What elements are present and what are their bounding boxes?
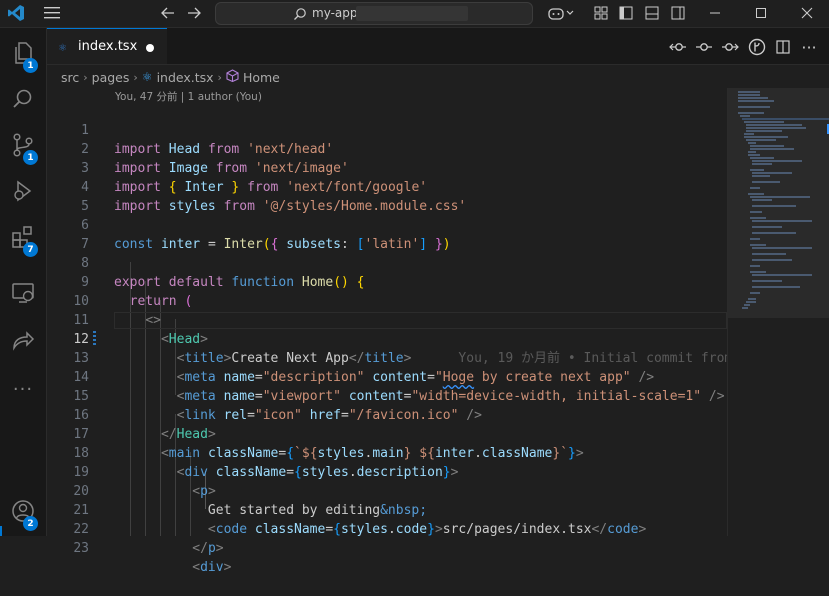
command-center-search[interactable]: my-app	[215, 2, 533, 25]
close-icon[interactable]	[797, 4, 817, 22]
debug-icon	[10, 178, 36, 208]
code-line-5: 5	[47, 178, 727, 214]
minimize-icon[interactable]	[705, 4, 725, 22]
accounts-badge: 2	[23, 516, 38, 531]
source-control-badge: 1	[23, 150, 38, 165]
code-line-22: 22 </p>	[47, 501, 727, 556]
next-change-icon[interactable]	[720, 37, 740, 57]
activity-remote-explorer[interactable]	[0, 272, 46, 318]
code-line-23: 23 <div>	[47, 520, 727, 575]
code-line-11: 11 <Head>	[47, 292, 727, 347]
activity-extensions[interactable]: 7	[0, 216, 46, 262]
gitlens-icon[interactable]	[747, 37, 767, 57]
breadcrumb-src[interactable]: src	[61, 70, 79, 85]
code-line-6: 6 const inter = Inter({ subsets: ['latin…	[47, 197, 727, 252]
react-icon: ⚛	[141, 70, 153, 84]
explorer-badge: 1	[23, 58, 38, 73]
react-icon: ⚛	[59, 40, 67, 54]
toggle-secondary-sidebar-icon[interactable]	[668, 4, 688, 22]
code-line-10: 10 <>	[47, 273, 727, 328]
more-icon: ···	[12, 378, 34, 400]
code-line-9: 9 return (	[47, 254, 727, 309]
vscode-logo-icon	[6, 4, 26, 22]
tab-index-tsx[interactable]: ⚛ index.tsx	[47, 28, 167, 64]
editor-tab-bar: ⚛ index.tsx ···	[47, 28, 829, 65]
remote-explorer-icon	[10, 280, 36, 310]
code-line-2: 2 import Image from 'next/image'	[47, 121, 727, 176]
back-arrow-icon[interactable]	[158, 4, 178, 22]
search-label: my-app	[312, 6, 358, 20]
activity-more[interactable]: ···	[0, 366, 46, 412]
maximize-icon[interactable]	[751, 4, 771, 22]
search-icon	[10, 86, 36, 116]
chevron-right-icon: ›	[217, 70, 222, 84]
activity-explorer[interactable]: 1	[0, 32, 46, 78]
unsaved-dot-icon[interactable]	[146, 44, 154, 52]
code-line-16: 16 </Head>	[47, 387, 727, 442]
redacted-region	[356, 6, 468, 21]
activity-bar: 1 1 7 ··· 2	[0, 28, 47, 536]
git-commit-icon[interactable]	[694, 37, 714, 57]
minimap[interactable]	[727, 88, 829, 536]
code-text: </p>	[192, 541, 224, 556]
more-actions-icon[interactable]: ···	[799, 37, 819, 57]
code-line-20: 20 Get started by editing&nbsp;	[47, 463, 727, 518]
code-line-17: 17 <main className={`${styles.main} ${in…	[47, 406, 727, 461]
activity-live-share[interactable]	[0, 320, 46, 366]
chevron-right-icon: ›	[133, 70, 138, 84]
activity-search[interactable]	[0, 78, 46, 124]
hamburger-menu-icon[interactable]	[42, 4, 62, 22]
code-line-14: 14 <meta name="viewport" content="width=…	[47, 349, 727, 404]
copilot-icon[interactable]	[546, 4, 576, 22]
breadcrumb-symbol-label: Home	[242, 69, 280, 85]
breadcrumb-file-label: index.tsx	[156, 69, 214, 85]
line-number: 23	[73, 541, 89, 556]
code-line-19: 19 <p>	[47, 444, 727, 499]
code-line-18: 18 <div className={styles.description}>	[47, 425, 727, 480]
toggle-primary-sidebar-icon[interactable]	[616, 4, 636, 22]
activity-accounts[interactable]: 2	[0, 490, 46, 536]
tab-label: index.tsx	[78, 39, 138, 54]
code-line-3: 3 import { Inter } from 'next/font/googl…	[47, 140, 727, 195]
code-line-8: 8 export default function Home() {	[47, 235, 727, 290]
code-line-4: 4 import styles from '@/styles/Home.modu…	[47, 159, 727, 214]
toggle-panel-icon[interactable]	[642, 4, 662, 22]
breadcrumb: src › pages › ⚛ index.tsx › Home	[47, 66, 280, 88]
code-line-7: 7	[47, 216, 727, 252]
code-editor[interactable]: You, 47 分前 | 1 author (You) 1 import Hea…	[47, 88, 732, 575]
forward-arrow-icon[interactable]	[184, 4, 204, 22]
code-line-21: 21 <code className={styles.code}>src/pag…	[47, 482, 727, 537]
title-bar: my-app	[0, 0, 829, 28]
code-text: <div>	[192, 560, 232, 575]
breadcrumb-file[interactable]: ⚛ index.tsx	[142, 70, 214, 85]
customize-layout-icon[interactable]	[591, 4, 611, 22]
chevron-right-icon: ›	[83, 70, 88, 84]
code-line-15: 15 <link rel="icon" href="/favicon.ico" …	[47, 368, 727, 423]
code-line-12: 12 <title>Create Next App</title> You, 1…	[47, 311, 732, 366]
search-icon	[293, 6, 307, 20]
code-line-1: 1 import Head from 'next/head'	[47, 102, 727, 157]
code-line-13: 13 <meta name="description" content="Hog…	[47, 330, 727, 385]
breadcrumb-symbol[interactable]: Home	[226, 69, 280, 85]
activity-source-control[interactable]: 1	[0, 124, 46, 170]
open-changes-icon[interactable]	[668, 37, 688, 57]
cube-icon	[226, 69, 239, 85]
live-share-icon	[10, 328, 36, 358]
breadcrumb-pages[interactable]: pages	[92, 70, 130, 85]
split-editor-icon[interactable]	[773, 37, 793, 57]
activity-run-debug[interactable]	[0, 170, 46, 216]
extensions-badge: 7	[23, 242, 38, 257]
status-indicator	[0, 526, 2, 536]
